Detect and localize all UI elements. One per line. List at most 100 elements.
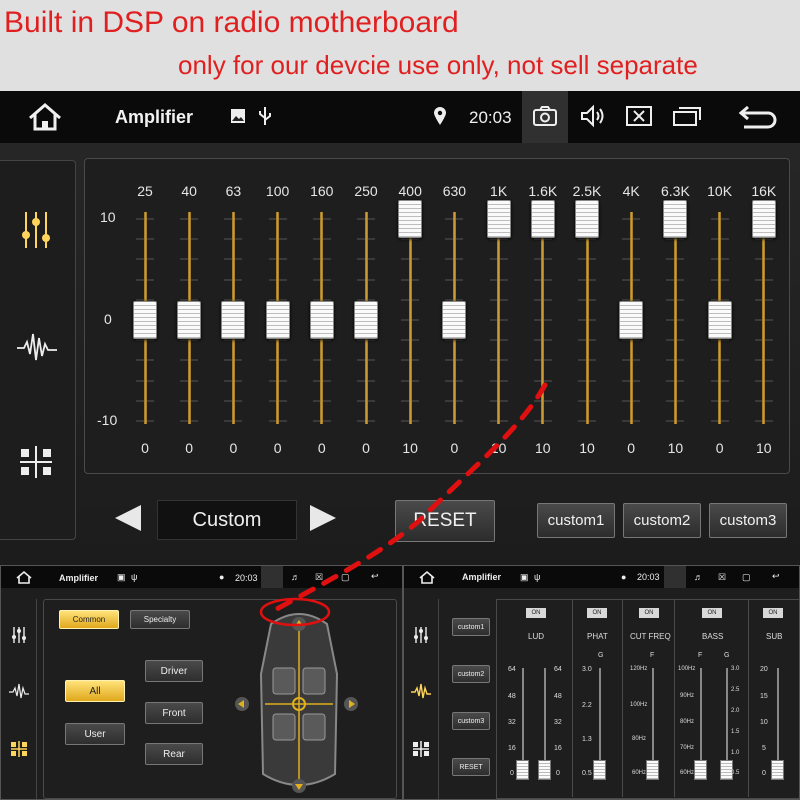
custom2-button[interactable]: custom2 — [623, 503, 701, 538]
divider — [748, 599, 749, 797]
cutfreq-on-toggle[interactable]: ON — [639, 608, 659, 618]
reset-button[interactable]: RESET — [452, 758, 490, 776]
lud-low-track — [522, 668, 524, 774]
band-freq-label: 25 — [137, 183, 153, 199]
usb-icon — [259, 107, 271, 125]
bass-freq-slider[interactable] — [694, 760, 707, 780]
custom2-button[interactable]: custom2 — [452, 665, 490, 683]
tab-common[interactable]: Common — [59, 610, 119, 629]
band-slider-25[interactable] — [133, 301, 157, 339]
equalizer-icon[interactable] — [11, 626, 27, 644]
bass-scale-60: 60Hz — [680, 770, 695, 776]
bass-scale-90: 90Hz — [680, 693, 695, 699]
group-bass: BASS — [702, 632, 724, 641]
waveform-icon[interactable] — [9, 682, 29, 700]
divider — [674, 599, 675, 797]
driver-button[interactable]: Driver — [145, 660, 203, 682]
scale-zero: 0 — [104, 311, 112, 327]
reset-button[interactable]: RESET — [395, 500, 495, 542]
home-icon[interactable] — [26, 102, 64, 132]
lud-low-slider[interactable] — [516, 760, 529, 780]
lud-scale-16: 16 — [508, 745, 516, 752]
band-slider-250[interactable] — [354, 301, 378, 339]
balance-fader-icon[interactable] — [18, 444, 54, 480]
divider — [622, 599, 623, 797]
next-preset-button[interactable] — [310, 505, 336, 531]
cutfreq-slider[interactable] — [646, 760, 659, 780]
band-slider-40[interactable] — [177, 301, 202, 339]
band-track — [541, 212, 545, 424]
band-slider-160[interactable] — [309, 301, 334, 339]
lud-on-toggle[interactable]: ON — [526, 608, 546, 618]
front-button[interactable]: Front — [145, 702, 203, 724]
waveform-icon[interactable] — [16, 328, 58, 364]
camera-icon[interactable] — [532, 105, 558, 127]
tab-specialty[interactable]: Specialty — [130, 610, 190, 629]
band-freq-label: 63 — [225, 183, 242, 199]
custom1-button[interactable]: custom1 — [452, 618, 490, 636]
bass-scale-70: 70Hz — [680, 745, 695, 751]
lud-high-slider[interactable] — [538, 760, 551, 780]
rear-button[interactable]: Rear — [145, 743, 203, 765]
band-slider-100[interactable] — [265, 301, 290, 339]
waveform-icon[interactable] — [411, 682, 431, 700]
band-track — [408, 212, 412, 424]
cut-scale-120: 120Hz — [630, 666, 648, 672]
band-freq-label: 250 — [354, 183, 378, 199]
band-slider-2.5K[interactable] — [575, 200, 599, 238]
band-slider-1K[interactable] — [486, 200, 511, 238]
equalizer-icon[interactable] — [19, 210, 53, 250]
band-slider-10K[interactable] — [707, 301, 732, 339]
band-track — [673, 212, 677, 424]
band-slider-16K[interactable] — [751, 200, 776, 238]
bass-on-toggle[interactable]: ON — [702, 608, 722, 618]
sub-on-toggle[interactable]: ON — [763, 608, 783, 618]
back-icon[interactable]: ↩ — [772, 571, 780, 582]
band-slider-630[interactable] — [442, 301, 467, 339]
back-icon[interactable]: ↩ — [371, 571, 379, 582]
custom3-button[interactable]: custom3 — [452, 712, 490, 730]
equalizer-icon[interactable] — [413, 626, 429, 644]
custom1-button[interactable]: custom1 — [537, 503, 615, 538]
balance-fader-icon[interactable] — [412, 740, 430, 758]
volume-icon[interactable] — [580, 104, 608, 128]
band-slider-400[interactable] — [398, 200, 423, 238]
banner-line-1: Built in DSP on radio motherboard — [4, 6, 459, 39]
phat-slider[interactable] — [593, 760, 606, 780]
phat-on-toggle[interactable]: ON — [587, 608, 607, 618]
prev-preset-button[interactable] — [115, 505, 141, 531]
band-slider-6.3K[interactable] — [663, 200, 688, 238]
close-app-icon[interactable]: ☒ — [718, 572, 726, 583]
group-lud: LUD — [528, 632, 545, 641]
group-phat: PHAT — [587, 632, 608, 641]
camera-icon[interactable] — [664, 566, 686, 588]
recent-apps-icon[interactable]: ▢ — [341, 572, 350, 583]
phat-scale-3: 3.0 — [582, 666, 592, 673]
camera-icon[interactable] — [261, 566, 283, 588]
band-slider-4K[interactable] — [619, 301, 644, 339]
band-freq-label: 40 — [181, 183, 197, 199]
panel-left-clock: 20:03 — [235, 573, 258, 583]
band-slider-63[interactable] — [221, 301, 246, 339]
all-button[interactable]: All — [65, 680, 125, 702]
cut-scale-60: 60Hz — [632, 770, 647, 776]
volume-icon[interactable]: ♬ — [291, 572, 300, 582]
volume-icon[interactable]: ♬ — [694, 572, 703, 582]
recent-apps-icon[interactable]: ▢ — [742, 572, 751, 583]
sub-slider[interactable] — [771, 760, 784, 780]
band-freq-label: 400 — [398, 183, 422, 199]
recent-apps-icon[interactable] — [672, 105, 702, 127]
user-button[interactable]: User — [65, 723, 125, 745]
close-app-icon[interactable]: ☒ — [315, 572, 323, 583]
band-value-label: 0 — [317, 440, 326, 456]
band-slider-1.6K[interactable] — [530, 200, 555, 238]
home-icon[interactable] — [418, 570, 436, 584]
custom3-button[interactable]: custom3 — [709, 503, 787, 538]
sub-scale-5: 5 — [762, 745, 766, 752]
close-app-icon[interactable] — [626, 106, 652, 126]
back-icon[interactable] — [738, 104, 778, 130]
home-icon[interactable] — [15, 570, 33, 584]
sub-scale-10: 10 — [760, 719, 768, 726]
balance-fader-icon[interactable] — [10, 740, 28, 758]
lud-scale-64: 64 — [508, 666, 516, 673]
